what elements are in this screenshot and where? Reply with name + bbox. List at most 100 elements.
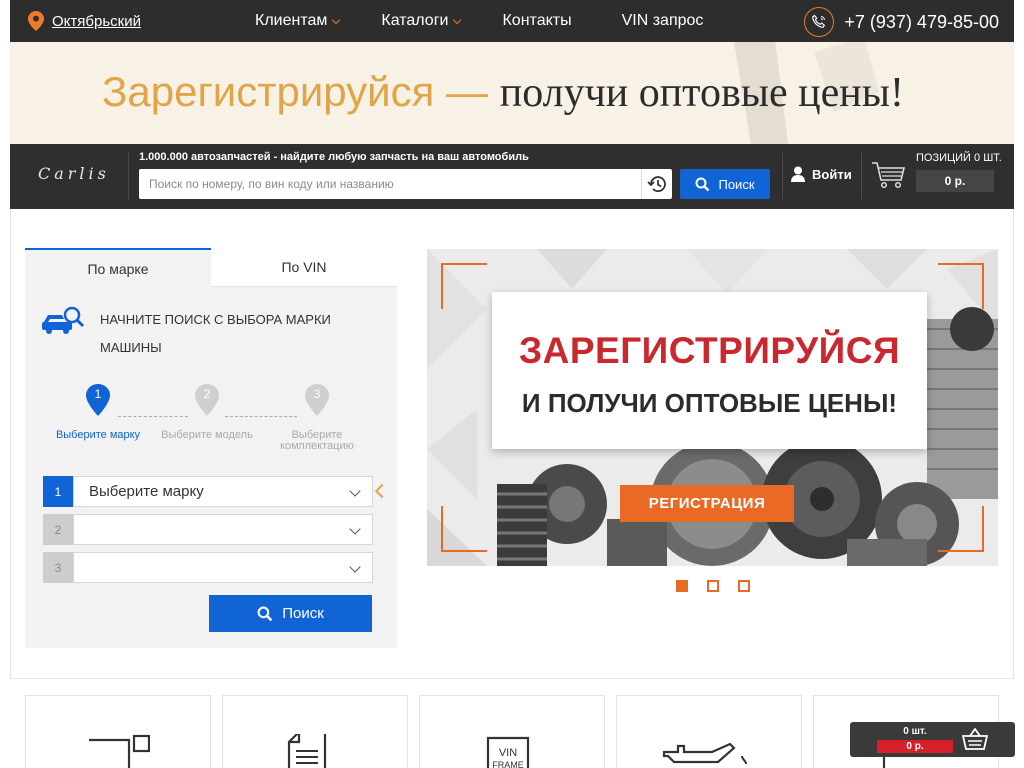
header-tagline: 1.000.000 автозапчастей - найдите любую …: [139, 151, 529, 163]
frame-corner: [938, 506, 984, 552]
select-number: 3: [43, 552, 73, 583]
nav-catalogs-label: Каталоги: [381, 12, 449, 29]
floating-cart-count: 0 шт.: [903, 726, 927, 737]
step-pin-icon: 3: [305, 384, 329, 416]
slide-headline-card: ЗАРЕГИСТРИРУЙСЯ И ПОЛУЧИ ОПТОВЫЕ ЦЕНЫ!: [492, 292, 927, 449]
floating-cart[interactable]: 0 шт. 0 р.: [850, 722, 1015, 757]
panel-search-button-label: Поиск: [282, 605, 324, 622]
promo-headline: Зарегистрируйся — получи оптовые цены!: [102, 68, 904, 117]
trim-select[interactable]: 3: [43, 552, 373, 583]
location-selector[interactable]: Октябрьский: [28, 11, 141, 31]
oil-can-icon: [662, 742, 747, 765]
brand-select[interactable]: 1 Выберите марку: [43, 476, 373, 507]
vin-frame-icon: VIN FRAME: [486, 736, 530, 768]
category-card[interactable]: VIN FRAME: [419, 695, 605, 768]
promo-banner[interactable]: Зарегистрируйся — получи оптовые цены!: [10, 42, 1014, 144]
phone-block[interactable]: +7 (937) 479-85-00: [804, 7, 999, 37]
slider-pagination: [676, 580, 750, 592]
car-search-icon: [42, 306, 84, 334]
search-input[interactable]: [139, 169, 641, 199]
step-pin-icon: 1: [86, 384, 110, 416]
model-select[interactable]: 2: [43, 514, 373, 545]
panel-search-button[interactable]: Поиск: [209, 595, 372, 632]
map-pin-icon: [28, 11, 44, 31]
slide-subheadline: И ПОЛУЧИ ОПТОВЫЕ ЦЕНЫ!: [521, 388, 898, 418]
cart-total: 0 р.: [916, 170, 994, 192]
brand-dropdown-value: Выберите марку: [89, 483, 204, 500]
nav-clients[interactable]: Клиентам: [255, 12, 341, 30]
category-card[interactable]: [616, 695, 802, 768]
step-label: Выберите модель: [161, 429, 253, 441]
header-divider: [782, 153, 783, 199]
search-hint: НАЧНИТЕ ПОИСК С ВЫБОРА МАРКИ МАШИНЫ: [100, 312, 331, 355]
chevron-down-icon: [349, 523, 361, 535]
promo-slider[interactable]: ЗАРЕГИСТРИРУЙСЯ И ПОЛУЧИ ОПТОВЫЕ ЦЕНЫ! Р…: [427, 249, 998, 566]
select-number: 2: [43, 514, 73, 545]
search-tabs: По марке По VIN: [25, 248, 397, 287]
frame-corner: [938, 263, 984, 309]
cart-positions: ПОЗИЦИЙ 0 ШТ.: [916, 152, 1002, 164]
frame-corner: [441, 263, 487, 309]
chevron-down-icon: [453, 15, 462, 24]
register-button[interactable]: РЕГИСТРАЦИЯ: [620, 485, 794, 522]
header-divider: [861, 153, 862, 199]
step-label: Выберите комплектацию: [280, 429, 354, 452]
login-button[interactable]: Войти: [791, 166, 852, 182]
slide-headline: ЗАРЕГИСТРИРУЙСЯ: [518, 330, 901, 371]
step-brand: 1 Выберите марку: [38, 384, 158, 441]
step-number: 2: [203, 387, 211, 401]
slider-dot[interactable]: [676, 580, 688, 592]
promo-headline-part-a: Зарегистрируйся —: [102, 68, 489, 115]
header-search-button[interactable]: Поиск: [680, 169, 770, 199]
model-dropdown[interactable]: [73, 514, 373, 545]
slider-dot[interactable]: [738, 580, 750, 592]
svg-text:FRAME: FRAME: [492, 760, 524, 768]
main-nav: Клиентам Каталоги Контакты VIN запрос: [255, 0, 703, 42]
history-icon[interactable]: [641, 169, 672, 199]
step-pin-icon: 2: [195, 384, 219, 416]
chevron-down-icon: [349, 485, 361, 497]
step-number: 3: [313, 387, 321, 401]
step-model: 2 Выберите модель: [147, 384, 267, 441]
nav-contacts[interactable]: Контакты: [502, 12, 571, 30]
site-logo[interactable]: Carlis: [38, 164, 110, 183]
chevron-left-icon: [374, 483, 390, 499]
document-corner-icon: [89, 734, 150, 768]
header-divider: [128, 153, 129, 199]
trim-dropdown[interactable]: [73, 552, 373, 583]
nav-vin-request[interactable]: VIN запрос: [622, 12, 704, 30]
search-icon: [257, 606, 273, 621]
nav-clients-label: Клиентам: [255, 12, 328, 29]
category-card[interactable]: [222, 695, 408, 768]
cart-icon[interactable]: [871, 160, 907, 190]
select-number: 1: [43, 476, 73, 507]
slider-dot[interactable]: [707, 580, 719, 592]
phone-number[interactable]: +7 (937) 479-85-00: [844, 12, 999, 33]
brand-dropdown[interactable]: Выберите марку: [73, 476, 373, 507]
site-header: Carlis 1.000.000 автозапчастей - найдите…: [10, 144, 1014, 209]
document-text-icon: [287, 734, 327, 768]
nav-vin-request-label: VIN запрос: [621, 12, 704, 29]
search-steps: 1 Выберите марку 2 Выберите модель 3 Выб…: [25, 384, 397, 464]
basket-icon: [962, 728, 988, 750]
category-card[interactable]: [25, 695, 211, 768]
chevron-down-icon: [332, 15, 341, 24]
location-link[interactable]: Октябрьский: [52, 13, 141, 30]
step-number: 1: [94, 387, 102, 401]
cart-summary[interactable]: ПОЗИЦИЙ 0 ШТ. 0 р.: [916, 152, 1002, 192]
nav-catalogs[interactable]: Каталоги: [381, 12, 462, 30]
step-trim: 3 Выберите комплектацию: [257, 384, 377, 452]
floating-cart-sum: 0 р.: [877, 740, 953, 753]
header-search-button-label: Поиск: [718, 176, 755, 192]
nav-contacts-label: Контакты: [502, 12, 572, 29]
tab-by-vin[interactable]: По VIN: [211, 248, 397, 287]
search-box: [139, 169, 672, 199]
top-bar: Октябрьский Клиентам Каталоги Контакты V…: [10, 0, 1014, 42]
chevron-down-icon: [349, 561, 361, 573]
user-icon: [791, 166, 805, 182]
tab-by-brand[interactable]: По марке: [25, 248, 211, 287]
car-search-panel: По марке По VIN НАЧНИТЕ ПОИСК С ВЫБОРА М…: [25, 248, 397, 648]
step-label: Выберите марку: [55, 429, 141, 441]
frame-corner: [441, 506, 487, 552]
svg-text:VIN: VIN: [499, 747, 517, 759]
